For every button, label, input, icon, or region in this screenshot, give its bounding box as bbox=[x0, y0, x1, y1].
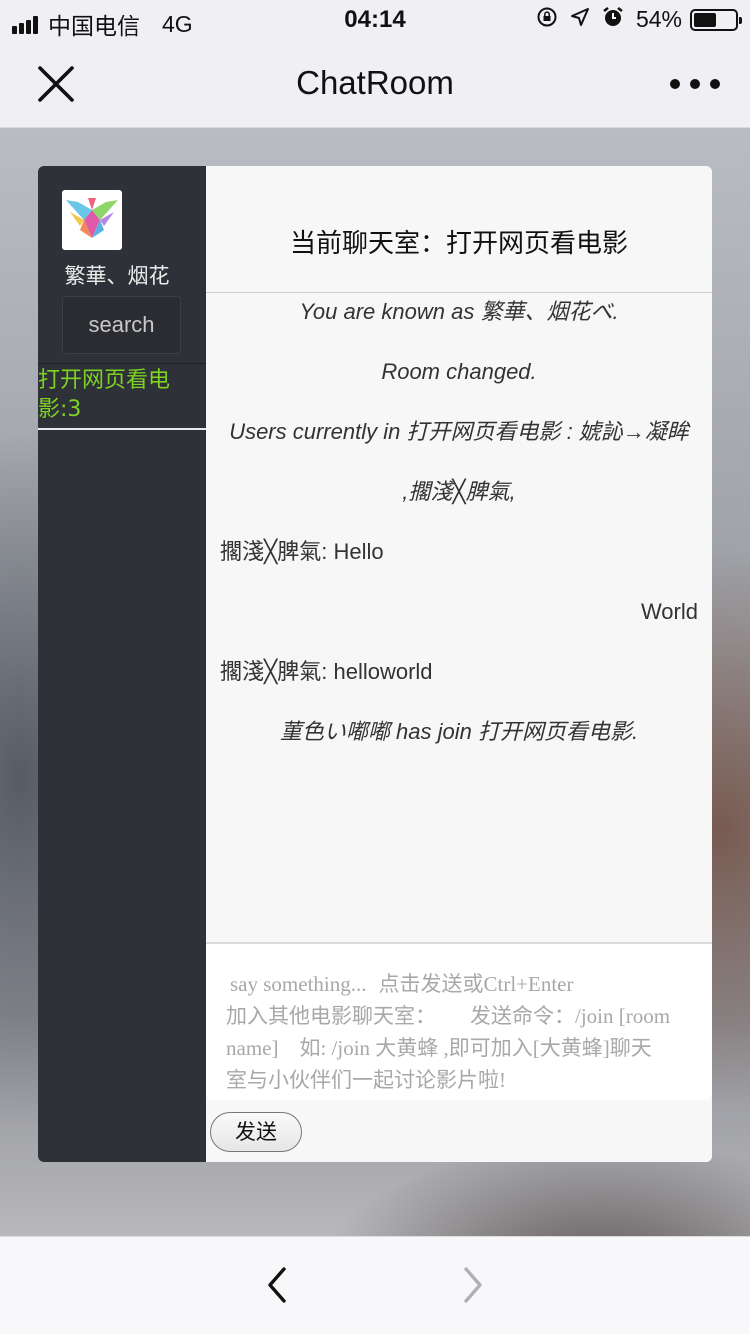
system-message: You are known as 繁華、烟花べ. bbox=[299, 299, 619, 324]
page-title: ChatRoom bbox=[296, 64, 454, 101]
search-input[interactable]: search bbox=[62, 296, 181, 354]
compose-hint-1a: say something... bbox=[230, 972, 367, 996]
chat-main: 当前聊天室：打开网页看电影 You are known as 繁華、烟花べ. R… bbox=[206, 166, 712, 1162]
battery-icon bbox=[690, 8, 742, 31]
user-message: 擱淺╳脾氣: helloworld bbox=[220, 659, 433, 684]
username: 繁華、烟花 bbox=[64, 264, 170, 288]
status-right: 54% bbox=[536, 6, 742, 33]
system-message: 菫色い嘟嘟 has join 打开网页看电影. bbox=[279, 719, 639, 744]
sidebar: 繁華、烟花 search 打开网页看电影:3 bbox=[38, 166, 206, 1162]
compose-hint-3: name] 如: /join 大黄蜂 ,即可加入[大黄蜂]聊天 bbox=[226, 1036, 652, 1060]
location-arrow-icon bbox=[570, 7, 590, 32]
browser-toolbar bbox=[0, 1236, 750, 1334]
avatar[interactable] bbox=[62, 190, 122, 250]
compose-hint-4: 室与小伙伴们一起讨论影片啦! bbox=[226, 1068, 506, 1092]
own-message: World bbox=[640, 599, 698, 624]
user-message: 擱淺╳脾氣: Hello bbox=[220, 539, 384, 564]
battery-fill bbox=[694, 12, 716, 27]
sidebar-divider bbox=[38, 363, 206, 364]
compose-hint-1b: 点击发送或Ctrl+Enter bbox=[378, 972, 574, 996]
sidebar-item-room[interactable]: 打开网页看电影:3 bbox=[38, 366, 206, 430]
status-bar: 中国电信 4G 04:14 54% bbox=[0, 0, 750, 40]
more-icon[interactable] bbox=[670, 62, 720, 106]
send-button[interactable]: 发送 bbox=[210, 1112, 302, 1152]
message-list: You are known as 繁華、烟花べ. Room changed. U… bbox=[206, 294, 712, 942]
system-message: Room changed. bbox=[381, 359, 537, 384]
room-title: 当前聊天室：打开网页看电影 bbox=[206, 166, 712, 293]
chat-panel: 繁華、烟花 search 打开网页看电影:3 当前聊天室：打开网页看电影 You… bbox=[38, 166, 712, 1162]
forward-arrow-icon[interactable] bbox=[458, 1265, 488, 1305]
nav-bar: ChatRoom bbox=[0, 40, 750, 128]
system-message: Users currently in 打开网页看电影 : 婋訫→凝眸 bbox=[229, 419, 689, 444]
lock-rotation-icon bbox=[536, 6, 558, 33]
compose-hint-2b: 发送命令：/join [room bbox=[470, 1004, 671, 1028]
back-arrow-icon[interactable] bbox=[262, 1265, 292, 1305]
system-message: ,擱淺╳脾氣, bbox=[402, 479, 516, 504]
avatar-image bbox=[66, 198, 118, 238]
compose-hint-2a: 加入其他电影聊天室： bbox=[226, 1004, 436, 1028]
alarm-icon bbox=[602, 6, 624, 33]
battery-percent: 54% bbox=[635, 6, 682, 32]
message-input[interactable]: say something... 点击发送或Ctrl+Enter 加入其他电影聊天… bbox=[206, 944, 712, 1100]
close-icon[interactable] bbox=[30, 58, 82, 110]
